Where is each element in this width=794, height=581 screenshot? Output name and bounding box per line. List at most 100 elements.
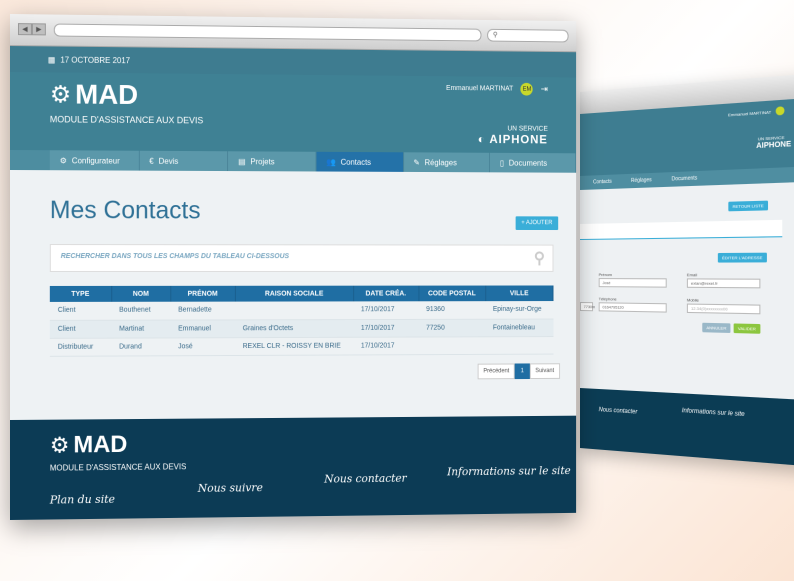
back-brand: AIPHONE	[756, 141, 791, 150]
table-row[interactable]: Client Martinat Emmanuel Graines d'Octet…	[50, 319, 553, 338]
next-page-button[interactable]: Suivant	[530, 363, 560, 379]
cell-ville	[485, 336, 553, 354]
column-header-type[interactable]: TYPE	[50, 286, 111, 302]
url-bar[interactable]	[54, 24, 482, 42]
back-tab-contacts[interactable]: Contacts	[584, 178, 622, 186]
table-row[interactable]: Client Bouthenet Bernadette 17/10/2017 9…	[50, 301, 553, 320]
footer-logo[interactable]: ⚙ MAD	[50, 431, 128, 460]
browser-chrome: ◀ ▶ ⚲	[10, 14, 576, 52]
brand-name: AIPHONE	[489, 132, 547, 146]
back-tab-documents[interactable]: Documents	[662, 175, 708, 183]
back-mobile-field[interactable]: 12.34(0)xxxxxxxx00	[687, 304, 761, 315]
cell-nom: Martinat	[111, 320, 170, 338]
logout-icon[interactable]: ⇥	[541, 84, 548, 95]
back-return-button[interactable]: RETOUR LISTE	[728, 201, 768, 212]
search-placeholder: RECHERCHER DANS TOUS LES CHAMPS DU TABLE…	[61, 253, 289, 260]
tab-documents[interactable]: ▯ Documents	[490, 153, 576, 173]
tab-configurateur[interactable]: ⚙ Configurateur	[50, 150, 140, 170]
gears-icon: ⚙	[50, 433, 70, 459]
footer-link-sitemap[interactable]: Plan du site	[50, 493, 115, 507]
user-menu: Emmanuel MARTINAT EM ⇥	[446, 82, 548, 96]
document-icon: ▯	[500, 158, 504, 167]
forward-arrow-icon[interactable]: ▶	[32, 23, 46, 35]
column-header-prenom[interactable]: PRÉNOM	[170, 286, 235, 302]
back-footer: Nous contacter Informations sur le site	[580, 388, 794, 467]
back-label-telephone: Téléphone	[599, 296, 617, 301]
tab-devis[interactable]: € Devis	[140, 151, 229, 171]
back-cancel-button[interactable]: ANNULER	[702, 323, 730, 333]
back-footer-contact-link[interactable]: Nous contacter	[599, 407, 638, 416]
tab-label: Projets	[250, 157, 274, 166]
back-partial-field[interactable]: 7730m	[580, 302, 593, 311]
cell-raison-sociale	[235, 301, 353, 319]
cell-date: 17/10/2017	[353, 337, 418, 355]
table-row[interactable]: Distributeur Durand José REXEL CLR - ROI…	[50, 336, 553, 356]
tab-contacts[interactable]: 👥 Contacts	[316, 152, 403, 172]
users-icon: 👥	[326, 157, 336, 166]
current-page-button[interactable]: 1	[515, 363, 530, 379]
tab-projets[interactable]: ▤ Projets	[228, 151, 316, 171]
cell-type: Client	[50, 320, 111, 338]
app-subtitle: MODULE D'ASSISTANCE AUX DEVIS	[50, 114, 203, 125]
cell-code-postal: 91360	[418, 301, 485, 319]
cell-nom: Bouthenet	[111, 302, 170, 320]
tab-label: Réglages	[425, 158, 457, 167]
back-email-field[interactable]: exlan@rexel.fr	[687, 278, 761, 288]
browser-nav-buttons: ◀ ▶	[18, 23, 46, 35]
back-tab-reglages[interactable]: Réglages	[621, 177, 661, 185]
footer-link-contact[interactable]: Nous contacter	[324, 472, 406, 486]
cell-prenom: Bernadette	[170, 302, 235, 320]
cell-date: 17/10/2017	[353, 301, 418, 319]
cell-code-postal	[418, 336, 485, 354]
footer-subtitle: MODULE D'ASSISTANCE AUX DEVIS	[50, 462, 186, 472]
page-title: Mes Contacts	[50, 196, 201, 225]
brand-logo: ◐ AIPHONE	[478, 132, 548, 146]
column-header-ville[interactable]: VILLE	[485, 285, 553, 301]
column-header-date-creation[interactable]: DATE CRÉA.	[353, 286, 418, 302]
current-date: 17 OCTOBRE 2017	[60, 55, 130, 65]
back-avatar[interactable]	[776, 106, 785, 115]
back-prenom-field[interactable]: José	[599, 278, 667, 288]
browser-search-bar[interactable]: ⚲	[487, 29, 568, 43]
search-icon[interactable]: ⚲	[534, 248, 545, 267]
back-user-name: Emmanuel MARTINAT	[728, 109, 771, 117]
table-header-row: TYPE NOM PRÉNOM RAISON SOCIALE DATE CRÉA…	[50, 285, 553, 301]
service-brand: UN SERVICE ◐ AIPHONE	[478, 125, 548, 146]
column-header-nom[interactable]: NOM	[111, 286, 170, 302]
reflection	[40, 520, 600, 581]
main-tabs: ⚙ Configurateur € Devis ▤ Projets 👥 Contacts…	[10, 150, 576, 173]
tab-label: Configurateur	[72, 156, 120, 165]
app-logo[interactable]: ⚙ MAD	[50, 78, 138, 111]
footer-app-name: MAD	[73, 431, 127, 459]
back-arrow-icon[interactable]: ◀	[18, 23, 32, 35]
footer-link-info[interactable]: Informations sur le site	[447, 464, 571, 478]
footer-link-follow[interactable]: Nous suivre	[198, 481, 263, 495]
tab-label: Contacts	[341, 157, 371, 166]
back-footer-info-link[interactable]: Informations sur le site	[682, 408, 745, 418]
tab-label: Devis	[159, 156, 179, 165]
search-input[interactable]: RECHERCHER DANS TOUS LES CHAMPS DU TABLE…	[50, 244, 554, 272]
pagination: Précédent 1 Suivant	[478, 363, 560, 379]
back-telephone-field[interactable]: 0164795120	[599, 302, 667, 312]
cell-code-postal: 77250	[418, 319, 485, 337]
column-header-raison-sociale[interactable]: RAISON SOCIALE	[235, 286, 353, 302]
avatar[interactable]: EM	[521, 83, 533, 96]
cell-ville: Epinay-sur-Orge	[485, 301, 553, 319]
column-header-code-postal[interactable]: CODE POSTAL	[418, 286, 485, 302]
cell-nom: Durand	[111, 337, 170, 355]
aiphone-logo-icon: ◐	[478, 132, 486, 146]
previous-page-button[interactable]: Précédent	[478, 364, 515, 380]
cell-type: Distributeur	[50, 338, 111, 356]
user-name: Emmanuel MARTINAT	[446, 85, 513, 92]
tab-reglages[interactable]: ✎ Réglages	[404, 152, 491, 172]
cell-prenom: José	[170, 337, 235, 355]
add-contact-button[interactable]: + AJOUTER	[516, 216, 558, 230]
back-window: Emmanuel MARTINAT UN SERVICE AIPHONE Con…	[580, 73, 794, 467]
cell-raison-sociale: Graines d'Octets	[235, 319, 353, 337]
app-name: MAD	[75, 79, 138, 111]
back-label-prenom: Prénom	[599, 272, 612, 277]
back-edit-address-button[interactable]: ÉDITER L'ADRESSE	[718, 253, 767, 263]
euro-icon: €	[149, 156, 153, 165]
wrench-icon: ✎	[413, 158, 419, 167]
back-save-button[interactable]: VALIDER	[734, 323, 761, 333]
